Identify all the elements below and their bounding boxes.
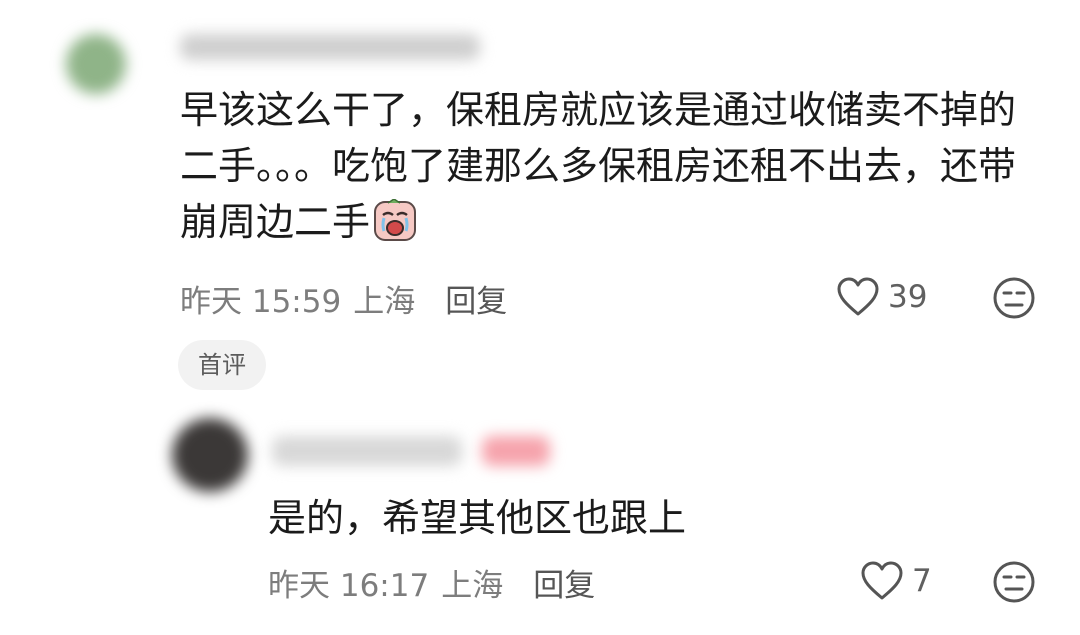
comment-avatar[interactable] — [66, 34, 126, 94]
reply-avatar[interactable] — [172, 418, 248, 492]
reply-author-badge-blurred — [482, 436, 550, 466]
reply-dislike-button[interactable] — [992, 560, 1036, 604]
first-comment-tag: 首评 — [178, 340, 266, 390]
reply-location: 上海 — [441, 568, 504, 604]
reply-username-blurred[interactable] — [272, 436, 462, 466]
comment-username-blurred[interactable] — [180, 34, 480, 60]
reply-like-count: 7 — [912, 563, 932, 599]
heart-outline-icon — [837, 277, 879, 316]
reply-time: 昨天 16:17 — [268, 568, 430, 604]
comment-meta: 昨天 15:59 上海 回复 — [180, 276, 507, 321]
comment-time: 昨天 15:59 — [180, 284, 342, 320]
comment-location: 上海 — [353, 284, 416, 320]
reply-reply-button[interactable]: 回复 — [533, 560, 595, 605]
reply-meta: 昨天 16:17 上海 回复 — [268, 560, 595, 605]
neutral-face-icon — [993, 277, 1035, 319]
comment-text: 早该这么干了，保租房就应该是通过收储卖不掉的二手。。。吃饱了建那么多保租房还租不… — [180, 88, 1017, 244]
neutral-face-icon — [993, 561, 1035, 603]
crying-face-sticker-icon — [374, 198, 417, 241]
reply-text: 是的，希望其他区也跟上 — [268, 496, 687, 540]
comment-like-count: 39 — [888, 279, 928, 315]
comment-body: 早该这么干了，保租房就应该是通过收储卖不掉的二手。。。吃饱了建那么多保租房还租不… — [180, 82, 1050, 250]
comment-dislike-button[interactable] — [992, 276, 1036, 320]
heart-outline-icon — [861, 561, 903, 600]
comment-like-button[interactable]: 39 — [836, 276, 927, 318]
comment-reply-button[interactable]: 回复 — [445, 276, 507, 321]
reply-like-button[interactable]: 7 — [860, 560, 932, 602]
